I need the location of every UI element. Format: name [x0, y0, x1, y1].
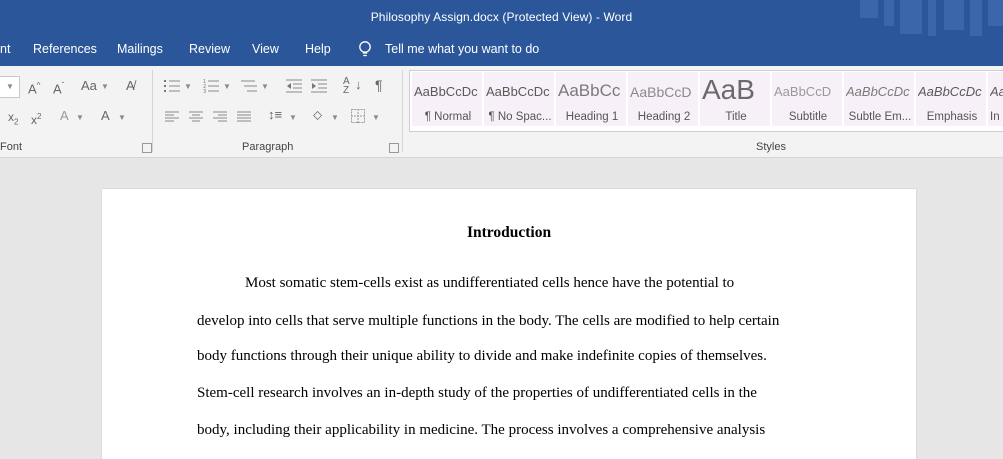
style-subtle-emphasis[interactable]: AaBbCcDc Subtle Em... — [844, 72, 914, 126]
chevron-down-icon: ▼ — [118, 113, 126, 122]
shrink-font-icon[interactable]: Aˇ — [53, 79, 64, 96]
sort-icon[interactable]: AZ — [343, 77, 350, 96]
style-subtitle[interactable]: AaBbCcD Subtitle — [772, 72, 842, 126]
title-bar: Philosophy Assign.docx (Protected View) … — [0, 0, 1003, 36]
chevron-down-icon: ▼ — [6, 82, 14, 91]
window-title: Philosophy Assign.docx (Protected View) … — [370, 10, 633, 24]
numbering-icon[interactable]: 123 — [203, 79, 219, 95]
increase-indent-icon[interactable] — [311, 79, 327, 93]
text-effects-icon[interactable]: A — [60, 109, 69, 123]
chevron-down-icon: ▼ — [184, 82, 192, 91]
style-name: Heading 1 — [565, 111, 619, 123]
style-sample: AaBbCcDc — [846, 84, 910, 99]
style-intense-emphasis[interactable]: Aa In — [988, 72, 1003, 126]
sort-arrow-icon: ↓ — [355, 77, 362, 92]
paragraph-line: develop into cells that serve multiple f… — [197, 313, 780, 329]
group-divider — [402, 70, 403, 152]
chevron-down-icon: ▼ — [372, 113, 380, 122]
style-sample: AaBbCcDc — [414, 84, 478, 99]
chevron-down-icon: ▼ — [76, 113, 84, 122]
chevron-down-icon: ▼ — [261, 82, 269, 91]
paragraph-dialog-launcher[interactable] — [389, 143, 399, 153]
show-formatting-marks-icon[interactable]: ¶ — [375, 78, 383, 92]
clear-formatting-icon[interactable]: A̸ — [126, 79, 135, 93]
ribbon: ▼ A^ Aˇ Aa ▼ A̸ x2 x2 A ▼ A ▼ Font ▼ 123… — [0, 66, 1003, 158]
style-sample: AaBbCcDc — [486, 84, 550, 99]
lightbulb-icon — [359, 41, 371, 57]
justify-icon[interactable] — [237, 110, 251, 122]
chevron-down-icon: ▼ — [101, 82, 109, 91]
style-name: In — [990, 111, 1000, 123]
style-heading-2[interactable]: AaBbCcD Heading 2 — [628, 72, 698, 126]
borders-icon[interactable] — [351, 109, 365, 123]
paragraph-group-label: Paragraph — [242, 141, 294, 153]
decrease-indent-icon[interactable] — [286, 79, 302, 93]
align-center-icon[interactable] — [189, 110, 203, 122]
bullets-icon[interactable] — [164, 79, 180, 93]
style-no-spacing[interactable]: AaBbCcDc ¶ No Spac... — [484, 72, 554, 126]
tab-review[interactable]: Review — [189, 42, 230, 56]
tab-references[interactable]: References — [33, 42, 97, 56]
svg-text:3: 3 — [203, 89, 206, 93]
tab-mailings[interactable]: Mailings — [117, 42, 163, 56]
align-left-icon[interactable] — [165, 110, 179, 122]
tell-me-text: Tell me what you want to do — [385, 42, 540, 56]
style-name: Subtle Em... — [848, 111, 912, 123]
style-name: Emphasis — [926, 111, 978, 123]
font-color-icon[interactable]: A — [101, 109, 110, 123]
document-page[interactable]: Introduction Most somatic stem-cells exi… — [102, 189, 916, 459]
style-sample: AaB — [702, 74, 755, 105]
style-name: Heading 2 — [637, 111, 691, 123]
style-name: ¶ No Spac... — [488, 111, 552, 123]
style-emphasis[interactable]: AaBbCcDc Emphasis — [916, 72, 986, 126]
shading-icon[interactable]: ⬦ — [313, 108, 322, 122]
style-sample: AaBbCcDc — [918, 84, 982, 99]
style-sample: AaBbCcD — [630, 84, 692, 100]
tab-help[interactable]: Help — [305, 42, 331, 56]
paragraph-line: body functions through their unique abil… — [197, 348, 767, 364]
style-sample: AaBbCcD — [774, 84, 832, 99]
styles-group-label: Styles — [756, 141, 786, 153]
paragraph-line: body, including their applicability in m… — [197, 422, 766, 438]
grow-font-icon[interactable]: A^ — [28, 79, 40, 96]
paragraph-line: Most somatic stem-cells exist as undiffe… — [245, 275, 735, 291]
align-right-icon[interactable] — [213, 110, 227, 122]
change-case-icon[interactable]: Aa — [81, 79, 97, 93]
line-spacing-icon[interactable]: ↕≡ — [268, 108, 282, 122]
font-dialog-launcher[interactable] — [142, 143, 152, 153]
group-divider — [152, 70, 153, 152]
chevron-down-icon: ▼ — [223, 82, 231, 91]
subscript-icon[interactable]: x2 — [8, 110, 18, 129]
chevron-down-icon: ▼ — [331, 113, 339, 122]
style-name: Title — [725, 111, 747, 123]
style-normal[interactable]: AaBbCcDc ¶ Normal — [412, 72, 482, 126]
style-title[interactable]: AaB Title — [700, 72, 770, 126]
font-size-dropdown[interactable]: ▼ — [0, 76, 20, 98]
paragraph-line: Stem-cell research involves an in-depth … — [197, 385, 757, 401]
style-sample: AaBbCc — [558, 81, 621, 100]
multilevel-list-icon[interactable] — [241, 79, 257, 93]
font-group-label: Font — [0, 141, 23, 153]
style-name: Subtitle — [788, 111, 828, 123]
style-heading-1[interactable]: AaBbCc Heading 1 — [556, 72, 626, 126]
chevron-down-icon: ▼ — [289, 113, 297, 122]
style-sample: Aa — [990, 84, 1003, 99]
tab-view[interactable]: View — [252, 42, 279, 56]
ribbon-tabs: nt References Mailings Review View Help … — [0, 36, 1003, 66]
superscript-icon[interactable]: x2 — [31, 110, 41, 127]
style-name: ¶ Normal — [424, 111, 472, 123]
tab-layout[interactable]: nt — [0, 42, 10, 56]
document-heading: Introduction — [466, 224, 552, 241]
